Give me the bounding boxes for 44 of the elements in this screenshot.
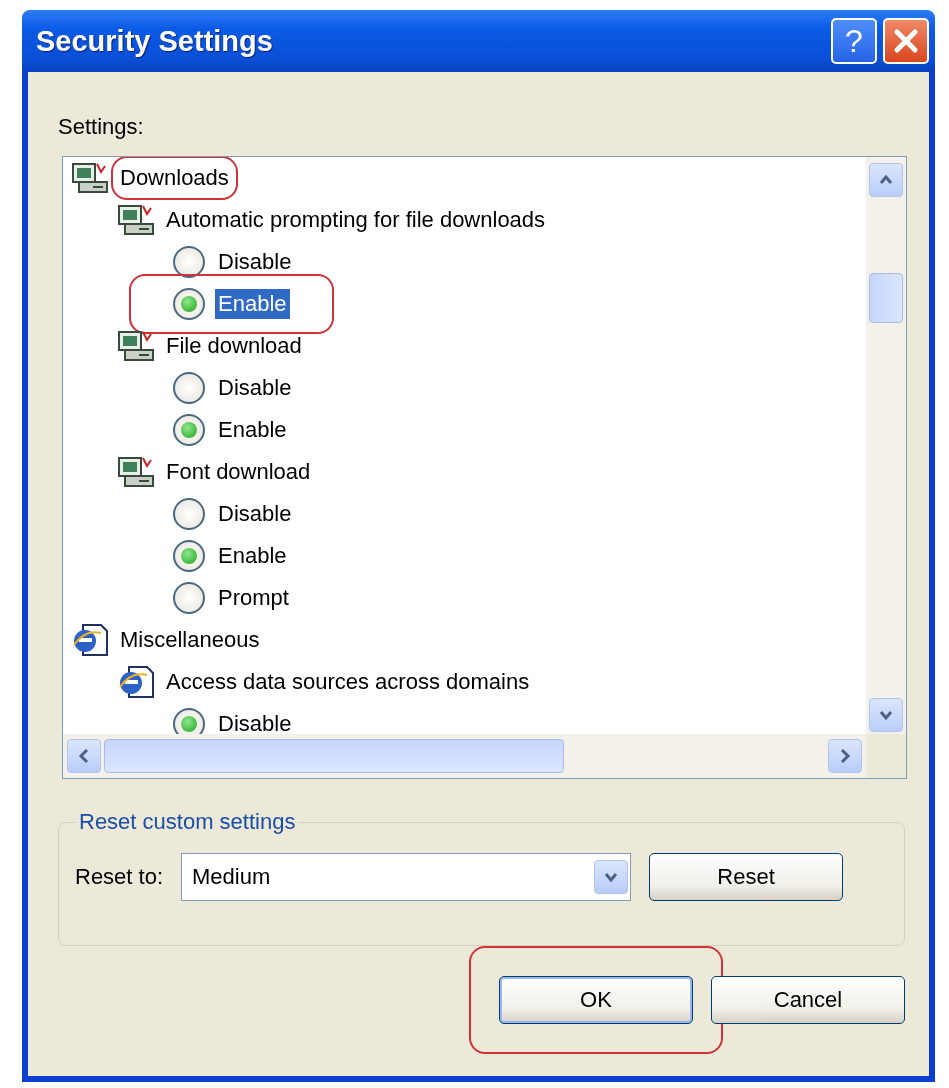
radio-button[interactable] (173, 246, 205, 278)
option-label: Enable (217, 542, 288, 570)
computer-download-icon (117, 330, 155, 362)
computer-download-icon (117, 456, 155, 488)
group-title: Reset custom settings (78, 809, 297, 835)
reset-to-label: Reset to: (75, 864, 164, 890)
setting-label: File download (165, 332, 303, 360)
dialog-button[interactable]: Cancel (711, 976, 905, 1024)
option-label: Enable (215, 289, 290, 319)
scrollbar-corner (866, 734, 906, 778)
horizontal-scrollbar[interactable] (63, 734, 866, 778)
setting-label: Font download (165, 458, 312, 486)
option-label: Disable (217, 248, 293, 276)
close-button[interactable] (883, 18, 929, 64)
vertical-scrollbar[interactable] (866, 157, 906, 734)
setting-label: Access data sources across domains (165, 668, 531, 696)
settings-label: Settings: (58, 114, 145, 140)
dialog-button[interactable]: OK (499, 976, 693, 1024)
radio-button[interactable] (173, 582, 205, 614)
option-label: Disable (217, 374, 293, 402)
category-label: Miscellaneous (119, 626, 261, 654)
window-title: Security Settings (36, 24, 273, 58)
category-label: Downloads (117, 164, 232, 192)
scroll-thumb[interactable] (104, 739, 564, 773)
option-label: Disable (217, 500, 293, 528)
radio-button[interactable] (173, 414, 205, 446)
computer-download-icon (71, 162, 109, 194)
close-icon (893, 28, 919, 54)
radio-button[interactable] (173, 708, 205, 734)
radio-button[interactable] (173, 288, 205, 320)
scroll-thumb[interactable] (869, 272, 903, 323)
radio-button[interactable] (173, 372, 205, 404)
browser-page-icon (71, 623, 109, 657)
level-dropdown[interactable]: Medium (181, 853, 632, 901)
help-button[interactable]: ? (831, 18, 877, 64)
browser-page-icon (117, 665, 155, 699)
option-label: Disable (217, 710, 293, 734)
reset-button[interactable]: Reset (649, 853, 844, 901)
radio-button[interactable] (173, 540, 205, 572)
option-label: Prompt (217, 584, 290, 612)
option-label: Enable (217, 416, 288, 444)
computer-download-icon (117, 204, 155, 236)
radio-button[interactable] (173, 498, 205, 530)
setting-label: Automatic prompting for file downloads (165, 206, 547, 234)
